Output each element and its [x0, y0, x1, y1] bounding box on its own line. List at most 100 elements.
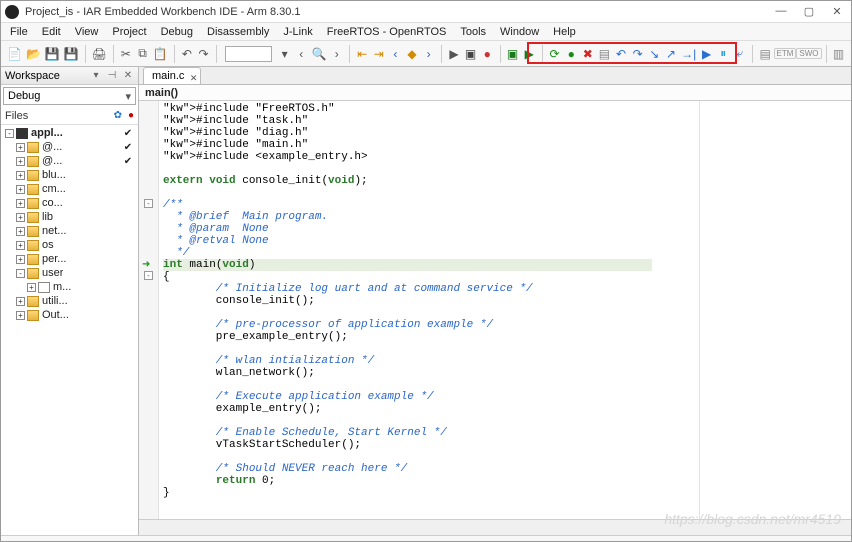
pause-icon[interactable]: ⏸: [717, 46, 730, 62]
menu-disassembly[interactable]: Disassembly: [200, 24, 276, 40]
snapshot-icon[interactable]: ▤: [598, 46, 611, 62]
build-icon[interactable]: ▣: [464, 46, 477, 62]
tree-row[interactable]: +blu...: [1, 168, 138, 182]
bookmark-next-icon[interactable]: ⇥: [372, 46, 385, 62]
h-scrollbar[interactable]: [139, 519, 851, 535]
paste-icon[interactable]: 📋: [153, 46, 168, 62]
code-editor[interactable]: "kw">#include "FreeRTOS.h" "kw">#include…: [159, 101, 851, 519]
tree-row[interactable]: +co...: [1, 196, 138, 210]
expander-icon[interactable]: -: [16, 269, 25, 278]
search-dropdown-icon[interactable]: ▾: [278, 46, 291, 62]
find-icon[interactable]: 🔍: [312, 46, 327, 62]
expander-icon[interactable]: +: [16, 143, 25, 152]
extra-icon[interactable]: ▥: [832, 46, 845, 62]
bookmark-down-icon[interactable]: ›: [422, 46, 435, 62]
menu-tools[interactable]: Tools: [453, 24, 493, 40]
ws-pin-icon[interactable]: ⊣: [106, 70, 118, 81]
tree-row[interactable]: +Out...: [1, 308, 138, 322]
more-icon[interactable]: ⤶: [734, 46, 747, 62]
changed-column-icon[interactable]: ●: [128, 110, 134, 121]
expander-icon[interactable]: +: [16, 297, 25, 306]
nav-fwd-icon[interactable]: ›: [330, 46, 343, 62]
gutter[interactable]: -➜-: [139, 101, 159, 519]
tree-row[interactable]: +@...✔: [1, 154, 138, 168]
tree-row[interactable]: +per...: [1, 252, 138, 266]
step-over-icon[interactable]: ↷: [631, 46, 644, 62]
run-cursor-icon[interactable]: ▶: [700, 46, 713, 62]
ws-close-icon[interactable]: ✕: [122, 70, 134, 81]
close-button[interactable]: ✕: [827, 5, 847, 18]
menu-edit[interactable]: Edit: [35, 24, 68, 40]
tree-row[interactable]: +@...✔: [1, 140, 138, 154]
toggle-bp-icon[interactable]: ●: [481, 46, 494, 62]
next-stmt-icon[interactable]: →|: [681, 46, 696, 62]
project-tree[interactable]: -appl...✔+@...✔+@...✔+blu...+cm...+co...…: [1, 125, 138, 535]
maximize-button[interactable]: ▢: [799, 5, 819, 18]
folder-icon: [27, 254, 39, 265]
ws-dropdown-icon[interactable]: ▾: [90, 70, 102, 81]
expander-icon[interactable]: -: [5, 129, 14, 138]
tab-main-c[interactable]: main.c ✕: [143, 67, 201, 84]
step-out-icon[interactable]: ↗: [665, 46, 678, 62]
expander-icon[interactable]: +: [16, 171, 25, 180]
expander-icon[interactable]: +: [16, 227, 25, 236]
tree-row[interactable]: +os: [1, 238, 138, 252]
restart-icon[interactable]: ⟳: [548, 46, 561, 62]
menu-window[interactable]: Window: [493, 24, 546, 40]
menu-j-link[interactable]: J-Link: [276, 24, 319, 40]
stop-icon[interactable]: ✖: [582, 46, 595, 62]
expander-icon[interactable]: +: [16, 157, 25, 166]
menu-view[interactable]: View: [68, 24, 106, 40]
tree-row[interactable]: +utili...: [1, 294, 138, 308]
breadcrumb[interactable]: main(): [139, 85, 851, 101]
reset-icon[interactable]: ↶: [615, 46, 628, 62]
step-into-icon[interactable]: ↘: [648, 46, 661, 62]
tree-row[interactable]: +lib: [1, 210, 138, 224]
tree-row[interactable]: +m...: [1, 280, 138, 294]
expander-icon[interactable]: +: [16, 255, 25, 264]
menu-help[interactable]: Help: [546, 24, 583, 40]
new-file-icon[interactable]: 📄: [7, 46, 22, 62]
minimize-button[interactable]: —: [771, 5, 791, 18]
redo-icon[interactable]: ↷: [197, 46, 210, 62]
expander-icon[interactable]: +: [27, 283, 36, 292]
config-combo[interactable]: Debug: [3, 87, 136, 105]
expander-icon[interactable]: +: [16, 185, 25, 194]
expander-icon[interactable]: +: [16, 241, 25, 250]
trace-icon[interactable]: ▤: [759, 46, 772, 62]
fold-icon[interactable]: -: [144, 271, 153, 280]
tab-close-icon[interactable]: ✕: [190, 70, 198, 87]
tree-row[interactable]: +cm...: [1, 182, 138, 196]
expander-icon[interactable]: +: [16, 311, 25, 320]
menu-project[interactable]: Project: [105, 24, 153, 40]
expander-icon[interactable]: +: [16, 213, 25, 222]
tree-row[interactable]: -user: [1, 266, 138, 280]
folder-icon: [27, 296, 39, 307]
menu-freertos-openrtos[interactable]: FreeRTOS - OpenRTOS: [320, 24, 454, 40]
debug-icon[interactable]: ▶: [523, 46, 536, 62]
compile-icon[interactable]: ▶: [448, 46, 461, 62]
copy-icon[interactable]: ⧉: [136, 46, 149, 62]
bookmark-prev-icon[interactable]: ⇤: [356, 46, 369, 62]
tree-row[interactable]: -appl...✔: [1, 126, 138, 140]
breakpoint-icon[interactable]: ◆: [406, 46, 419, 62]
undo-icon[interactable]: ↶: [181, 46, 194, 62]
cut-icon[interactable]: ✂: [120, 46, 133, 62]
open-icon[interactable]: 📂: [26, 46, 41, 62]
options-column-icon[interactable]: ✿: [114, 110, 122, 121]
save-icon[interactable]: 💾: [45, 46, 60, 62]
swo-chip[interactable]: SWO: [796, 48, 821, 59]
fold-icon[interactable]: -: [144, 199, 153, 208]
expander-icon[interactable]: +: [16, 199, 25, 208]
menu-debug[interactable]: Debug: [154, 24, 200, 40]
menu-file[interactable]: File: [3, 24, 35, 40]
print-icon[interactable]: 🖨: [92, 46, 107, 62]
download-icon[interactable]: ▣: [506, 46, 519, 62]
etm-chip[interactable]: ETM: [774, 48, 797, 59]
go-icon[interactable]: ●: [565, 46, 578, 62]
tree-row[interactable]: +net...: [1, 224, 138, 238]
search-input[interactable]: [225, 46, 273, 62]
bookmark-up-icon[interactable]: ‹: [389, 46, 402, 62]
nav-back-icon[interactable]: ‹: [295, 46, 308, 62]
save-all-icon[interactable]: 💾: [64, 46, 79, 62]
